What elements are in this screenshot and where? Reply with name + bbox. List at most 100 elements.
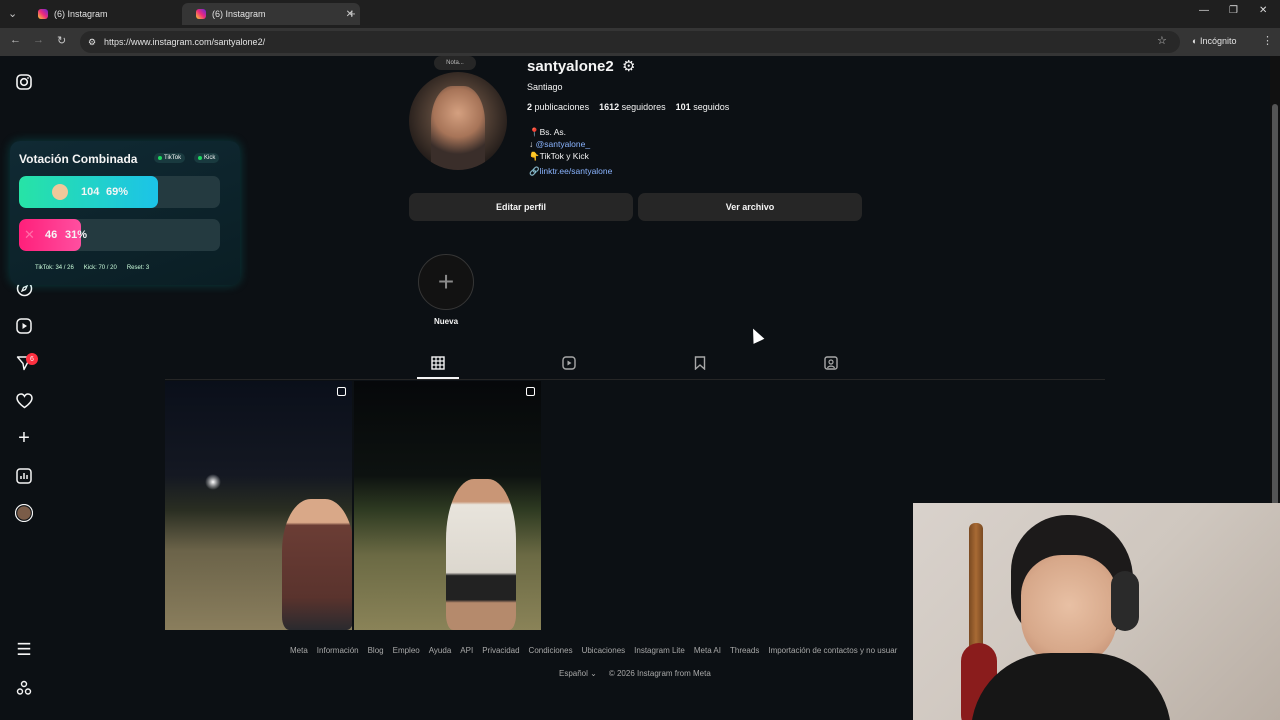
new-tab-icon[interactable]: +	[348, 6, 356, 21]
footer-link[interactable]: Instagram Lite	[634, 646, 685, 655]
instagram-favicon-icon	[38, 9, 48, 19]
dashboard-icon[interactable]	[14, 466, 34, 486]
footer-link[interactable]: Meta AI	[694, 646, 721, 655]
saved-tab[interactable]	[691, 355, 709, 371]
bio-line-platforms: 👇TikTok y Kick	[529, 151, 589, 161]
vote-bar-b: ✕ 46 31%	[19, 219, 220, 251]
plus-icon: +	[437, 266, 455, 297]
footer-link[interactable]: API	[460, 646, 473, 655]
instagram-favicon-icon	[196, 9, 206, 19]
tiktok-pill: TikTok	[154, 153, 186, 163]
profile-stats: 2 publicaciones 1612 seguidores 101 segu…	[527, 102, 729, 112]
tab-title: (6) Instagram	[212, 9, 266, 19]
light-glow	[205, 474, 221, 490]
view-archive-button[interactable]: Ver archivo	[638, 193, 862, 221]
footer-link[interactable]: Ayuda	[429, 646, 452, 655]
bookmark-star-icon[interactable]: ☆	[1157, 34, 1167, 47]
new-highlight-button[interactable]: +	[418, 254, 474, 310]
profile-avatar[interactable]	[409, 72, 507, 170]
bio-line-location: 📍Bs. As.	[529, 127, 567, 137]
following-stat[interactable]: 101 seguidos	[676, 102, 730, 112]
reels-tab[interactable]	[560, 355, 578, 371]
posts-grid-tab[interactable]	[429, 355, 447, 371]
minimize-icon[interactable]: —	[1199, 5, 1209, 16]
scrollbar-thumb[interactable]	[1272, 104, 1278, 554]
webcam-face	[1021, 555, 1117, 667]
footer-link[interactable]: Condiciones	[529, 646, 573, 655]
link-arrow-icon: ↓	[529, 139, 536, 149]
vote-bar-a: 104 69%	[19, 176, 220, 208]
reels-icon[interactable]	[14, 316, 34, 336]
bio-line-handle[interactable]: ↓ @santyalone_	[529, 139, 590, 149]
new-highlight-label: Nueva	[434, 317, 459, 326]
close-window-icon[interactable]: ✕	[1259, 5, 1267, 16]
footer-link[interactable]: Importación de contactos y no usuar	[768, 646, 897, 655]
create-icon[interactable]: +	[14, 427, 34, 449]
live-dot-icon	[158, 156, 162, 160]
footer-link[interactable]: Empleo	[393, 646, 420, 655]
option-a-percent: 69%	[106, 186, 129, 198]
footer-link[interactable]: Meta	[290, 646, 308, 655]
link-icon: 🔗	[529, 166, 540, 176]
footer-link[interactable]: Información	[317, 646, 359, 655]
tab-list-icon[interactable]: ⌄	[8, 7, 17, 20]
footer-link[interactable]: Privacidad	[482, 646, 519, 655]
footer-link[interactable]: Threads	[730, 646, 759, 655]
post-thumbnail[interactable]	[165, 381, 352, 630]
chevron-down-icon: ⌄	[590, 669, 597, 678]
footer-meta: Español ⌄ © 2026 Instagram from Meta	[559, 669, 711, 678]
vote-footer: TikTok: 34 / 26 Kick: 70 / 20 Reset: 3	[35, 265, 150, 271]
carousel-icon	[337, 387, 346, 396]
settings-gear-icon[interactable]: ⚙	[622, 57, 635, 75]
messages-badge: 6	[26, 353, 38, 365]
tagged-tab[interactable]	[822, 355, 840, 371]
restore-icon[interactable]: ❐	[1229, 5, 1238, 16]
webcam-overlay	[913, 503, 1280, 720]
avatar-person	[431, 86, 485, 170]
tagged-person-icon	[824, 356, 838, 370]
notifications-icon[interactable]	[14, 391, 34, 411]
kick-pill: Kick	[194, 153, 220, 163]
browser-tab-strip: ⌄ (6) Instagram ✕ (6) Instagram ✕ + — ❐ …	[0, 0, 1280, 28]
active-tab-indicator	[417, 377, 459, 379]
vote-title: Votación Combinada	[19, 152, 138, 166]
cross-icon: ✕	[24, 227, 35, 242]
browser-tab-2[interactable]: (6) Instagram ✕	[182, 3, 360, 25]
footer-link[interactable]: Ubicaciones	[582, 646, 626, 655]
pointing-hand-icon: 👇	[529, 151, 540, 161]
forward-icon[interactable]: →	[33, 34, 44, 46]
option-a-face-icon	[52, 184, 68, 200]
bookmark-icon	[694, 356, 706, 370]
profile-username: santyalone2	[527, 58, 614, 75]
footer-link[interactable]: Blog	[368, 646, 384, 655]
option-b-percent: 31%	[65, 229, 88, 241]
post-person	[282, 499, 352, 630]
vote-overlay-widget: Votación Combinada TikTok Kick 104 69% ✕…	[10, 141, 240, 285]
copyright: © 2026 Instagram from Meta	[608, 669, 711, 678]
post-thumbnail[interactable]	[354, 381, 541, 630]
edit-profile-button[interactable]: Editar perfil	[409, 193, 633, 221]
profile-avatar-icon[interactable]	[14, 503, 34, 523]
mouse-cursor	[747, 326, 765, 344]
incognito-indicator[interactable]: ◐ Incógnito	[1192, 36, 1236, 46]
live-dot-icon	[198, 156, 202, 160]
back-icon[interactable]: ←	[10, 34, 21, 46]
post-person	[446, 479, 516, 630]
browser-toolbar: ← → ↻ ⚙ https://www.instagram.com/santya…	[0, 28, 1280, 56]
browser-tab-1[interactable]: (6) Instagram ✕	[24, 3, 202, 25]
webcam-shirt	[971, 653, 1171, 720]
site-info-icon[interactable]: ⚙	[88, 37, 96, 48]
browser-menu-icon[interactable]: ⋮	[1262, 34, 1273, 47]
address-bar[interactable]: ⚙ https://www.instagram.com/santyalone2/	[80, 31, 1180, 53]
meta-apps-icon[interactable]	[14, 678, 34, 698]
tabs-divider	[165, 379, 1105, 380]
reels-tab-icon	[562, 356, 576, 370]
more-menu-icon[interactable]: ☰	[14, 640, 34, 660]
followers-stat[interactable]: 1612 seguidores	[599, 102, 666, 112]
language-select[interactable]: Español ⌄	[559, 669, 597, 678]
profile-name: Santiago	[527, 82, 563, 92]
reload-icon[interactable]: ↻	[57, 34, 66, 47]
profile-link[interactable]: 🔗linktr.ee/santyalone	[529, 166, 612, 177]
instagram-icon[interactable]	[14, 72, 34, 92]
note-bubble[interactable]: Nota...	[434, 56, 476, 70]
